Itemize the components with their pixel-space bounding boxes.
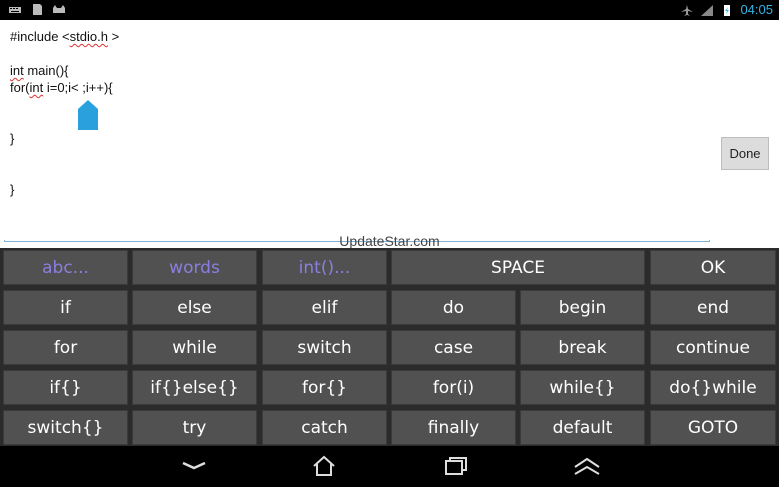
- airplane-mode-icon: [681, 4, 694, 16]
- key-int-functions[interactable]: int()...: [262, 250, 387, 285]
- code-line: for(int i=0;i< ;i++){: [10, 79, 119, 96]
- key-if-block[interactable]: if{}: [3, 370, 128, 405]
- key-switch[interactable]: switch: [262, 330, 387, 365]
- code-fragment: }: [10, 182, 15, 197]
- sd-card-icon: [33, 4, 42, 15]
- spellcheck-word: stdio.h: [69, 29, 108, 44]
- home-icon[interactable]: [310, 454, 338, 478]
- cat-icon: [53, 5, 65, 13]
- key-finally[interactable]: finally: [391, 410, 516, 445]
- battery-charging-icon: [724, 4, 731, 16]
- code-fragment: main(){: [23, 63, 69, 78]
- menu-up-icon[interactable]: [573, 454, 601, 478]
- key-ok[interactable]: OK: [650, 250, 776, 285]
- code-line: }: [10, 130, 119, 147]
- done-button[interactable]: Done: [721, 137, 769, 170]
- navigation-bar: [0, 446, 779, 487]
- hide-keyboard-icon[interactable]: [180, 454, 208, 478]
- status-bar-left: [8, 3, 66, 16]
- code-line: int main(){: [10, 62, 119, 79]
- signal-icon: [701, 4, 714, 16]
- key-catch[interactable]: catch: [262, 410, 387, 445]
- code-fragment: for(: [10, 80, 30, 95]
- text-cursor-handle[interactable]: [78, 100, 98, 130]
- key-default[interactable]: default: [520, 410, 645, 445]
- key-try[interactable]: try: [132, 410, 257, 445]
- spellcheck-word: int: [10, 63, 24, 78]
- watermark: UpdateStar.com: [339, 233, 440, 249]
- key-else[interactable]: else: [132, 290, 257, 325]
- key-if[interactable]: if: [3, 290, 128, 325]
- code-text[interactable]: #include <stdio.h > int main(){for(int i=…: [10, 28, 119, 198]
- code-fragment: >: [107, 29, 120, 44]
- key-case[interactable]: case: [391, 330, 516, 365]
- key-break[interactable]: break: [520, 330, 645, 365]
- key-if-else-block[interactable]: if{}else{}: [132, 370, 257, 405]
- key-space[interactable]: SPACE: [391, 250, 645, 285]
- status-bar-right: 04:05: [680, 2, 773, 18]
- key-do[interactable]: do: [391, 290, 516, 325]
- code-line: #include <stdio.h >: [10, 28, 119, 45]
- key-begin[interactable]: begin: [520, 290, 645, 325]
- key-continue[interactable]: continue: [650, 330, 776, 365]
- key-for[interactable]: for: [3, 330, 128, 365]
- spellcheck-word: int: [29, 80, 44, 95]
- keyboard-icon: [9, 7, 21, 13]
- code-editor[interactable]: #include <stdio.h > int main(){for(int i=…: [0, 20, 779, 249]
- code-fragment: }: [10, 131, 15, 146]
- key-end[interactable]: end: [650, 290, 776, 325]
- code-keyboard: abc... words int()... SPACE OK if else elif do be…: [0, 248, 779, 446]
- key-for-block[interactable]: for{}: [262, 370, 387, 405]
- key-goto[interactable]: GOTO: [650, 410, 776, 445]
- key-while[interactable]: while: [132, 330, 257, 365]
- key-for-i[interactable]: for(i): [391, 370, 516, 405]
- code-fragment: #include <: [10, 29, 70, 44]
- key-words[interactable]: words: [132, 250, 257, 285]
- key-do-while[interactable]: do{}while: [650, 370, 776, 405]
- status-bar: 04:05: [0, 0, 779, 20]
- key-abc[interactable]: abc...: [3, 250, 128, 285]
- key-elif[interactable]: elif: [262, 290, 387, 325]
- recent-apps-icon[interactable]: [442, 454, 470, 478]
- key-switch-block[interactable]: switch{}: [3, 410, 128, 445]
- code-line: }: [10, 181, 119, 198]
- code-fragment: i=0;i< ;i++){: [43, 80, 113, 95]
- key-while-block[interactable]: while{}: [520, 370, 645, 405]
- status-clock: 04:05: [740, 2, 773, 17]
